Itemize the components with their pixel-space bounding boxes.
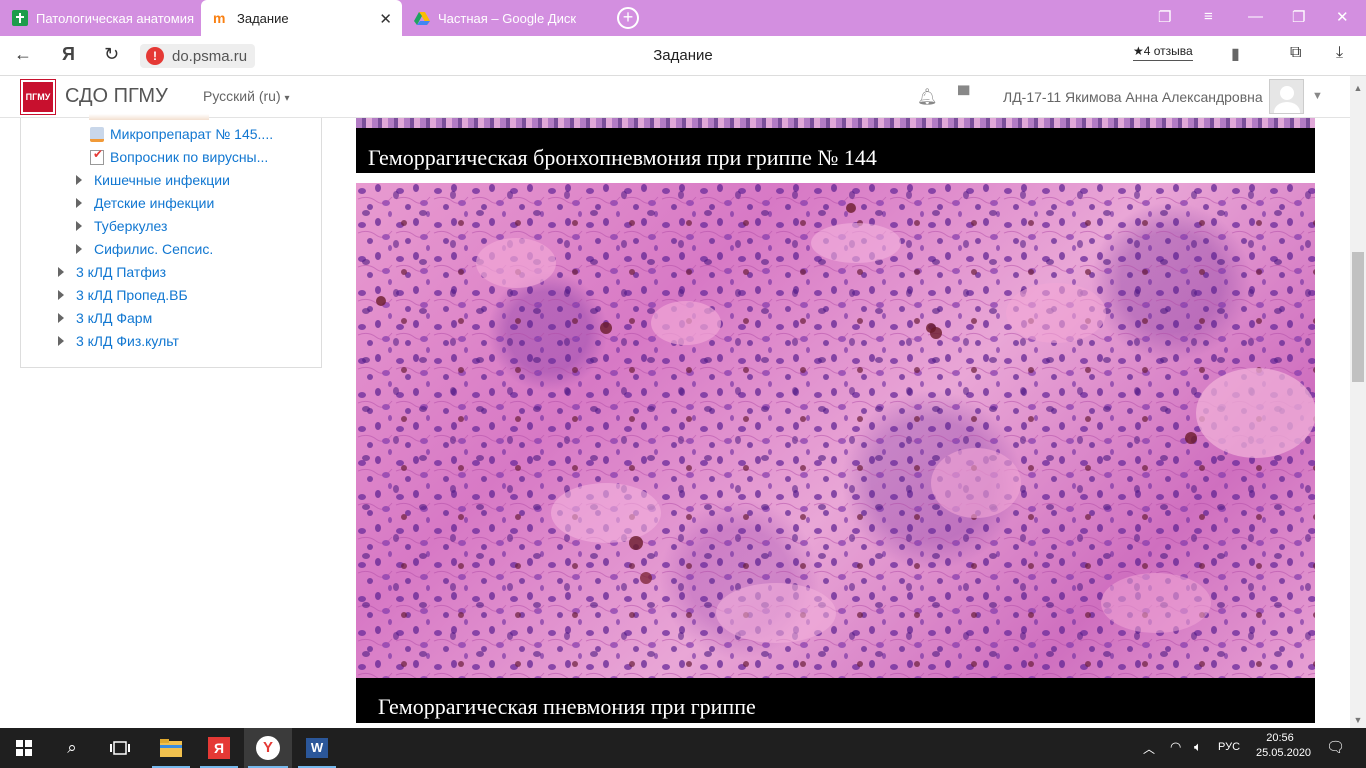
list-item-label: 3 кЛД Физ.культ bbox=[76, 333, 179, 349]
download-icon[interactable]: ⤓ bbox=[1336, 44, 1343, 62]
sidebar-item-farm[interactable]: 3 кЛД Фарм bbox=[58, 310, 152, 326]
micrograph-texture bbox=[356, 183, 1315, 678]
input-language[interactable]: РУС bbox=[1218, 741, 1240, 753]
list-item-label: Детские инфекции bbox=[94, 195, 215, 211]
tab-pathology[interactable]: Патологическая анатомия bbox=[0, 0, 200, 36]
image-caption: Геморрагическая пневмония при гриппе bbox=[356, 678, 1315, 723]
yandex-browser-icon[interactable]: Я bbox=[196, 728, 242, 768]
volume-icon[interactable]: 🔈︎ bbox=[1194, 739, 1202, 755]
language-label: Русский (ru) bbox=[203, 88, 281, 104]
scrollbar-thumb[interactable] bbox=[1352, 252, 1364, 382]
user-menu-caret-icon[interactable]: ▼ bbox=[1312, 90, 1323, 102]
folder-glyph bbox=[160, 739, 182, 757]
address-bar: ← Я ↻ ! do.psma.ru Задание ★4 отзыва ▮ ⧉… bbox=[0, 36, 1366, 76]
list-item[interactable]: Микропрепарат № 145.... bbox=[90, 126, 273, 142]
micrograph-image bbox=[356, 183, 1315, 678]
menu-icon[interactable]: ≡ bbox=[1204, 8, 1213, 25]
navigation-block: Микропрепарат № 145.... Вопросник по вир… bbox=[20, 114, 322, 368]
quiz-icon bbox=[90, 147, 104, 165]
expand-icon bbox=[58, 290, 64, 300]
site-navbar: ПГМУ СДО ПГМУ Русский (ru) ▾ 🔔︎ ▀ ЛД-17-… bbox=[0, 76, 1350, 118]
file-explorer-icon[interactable] bbox=[148, 728, 194, 768]
image-caption: Геморрагическая бронхопневмония при грип… bbox=[356, 128, 1315, 173]
expand-icon bbox=[58, 267, 64, 277]
scroll-down-icon[interactable]: ▼ bbox=[1350, 712, 1366, 728]
site-name[interactable]: СДО ПГМУ bbox=[65, 85, 168, 108]
notification-bell-icon[interactable]: 🔔︎ bbox=[917, 87, 937, 107]
sidebar-item-patfiz[interactable]: 3 кЛД Патфиз bbox=[58, 264, 166, 280]
notifications-icon[interactable]: 🗨︎ bbox=[1326, 738, 1345, 756]
bookmark-icon[interactable]: ▮ bbox=[1231, 44, 1240, 64]
windows-start-icon[interactable] bbox=[0, 728, 48, 768]
window-close-icon[interactable]: ✕ bbox=[1336, 8, 1349, 26]
clipped-item bbox=[89, 114, 209, 120]
yandex-letter-icon: Я bbox=[208, 737, 230, 759]
scroll-up-icon[interactable]: ▲ bbox=[1350, 80, 1366, 96]
caret-down-icon: ▾ bbox=[284, 93, 290, 104]
expand-icon bbox=[76, 244, 82, 254]
list-item-label: Микропрепарат № 145.... bbox=[110, 126, 274, 142]
list-item-label: 3 кЛД Фарм bbox=[76, 310, 153, 326]
list-item[interactable]: Вопросник по вирусны... bbox=[90, 147, 269, 165]
search-icon[interactable]: ⌕ bbox=[48, 728, 96, 768]
list-item-label: 3 кЛД Патфиз bbox=[76, 264, 167, 280]
avatar[interactable] bbox=[1269, 79, 1304, 114]
word-letter-icon: W bbox=[306, 738, 328, 758]
language-menu[interactable]: Русский (ru) ▾ bbox=[203, 88, 290, 104]
expand-icon bbox=[76, 175, 82, 185]
tab-assignment[interactable]: m Задание ✕ bbox=[201, 0, 402, 36]
sidebar-item-tuberculosis[interactable]: Туберкулез bbox=[76, 218, 167, 234]
tray-chevron-up-icon[interactable]: ︿ bbox=[1143, 740, 1155, 757]
tab-label: Частная – Google Диск bbox=[438, 10, 577, 26]
windows-logo-icon bbox=[16, 740, 32, 756]
clock[interactable]: 20:56 25.05.2020 bbox=[1256, 732, 1312, 759]
taskbar: ⌕ Я Y W ︿ ◠ 🔈︎ РУС 20:56 25.05.2020 🗨︎ bbox=[0, 728, 1366, 768]
expand-icon bbox=[76, 221, 82, 231]
minimize-icon[interactable]: — bbox=[1248, 8, 1263, 25]
restore-icon[interactable]: ❐ bbox=[1292, 8, 1305, 26]
yandex-app-icon[interactable]: Y bbox=[244, 728, 292, 768]
extensions-icon[interactable]: ⧉ bbox=[1290, 44, 1301, 62]
star-icon: ★ bbox=[1133, 44, 1144, 58]
task-view-icon[interactable] bbox=[96, 728, 144, 768]
reviews-label: 4 отзыва bbox=[1143, 44, 1193, 58]
moodle-icon: m bbox=[213, 10, 226, 26]
user-name[interactable]: ЛД-17-11 Якимова Анна Александровна bbox=[1003, 89, 1263, 105]
yandex-y-icon: Y bbox=[256, 736, 280, 760]
word-icon[interactable]: W bbox=[294, 728, 340, 768]
sidebar-item-proped[interactable]: 3 кЛД Пропед.ВБ bbox=[58, 287, 188, 303]
file-icon bbox=[90, 126, 104, 142]
browser-tab-bar: Патологическая анатомия m Задание ✕ Част… bbox=[0, 0, 1366, 36]
wifi-icon[interactable]: ◠ bbox=[1170, 739, 1181, 755]
micrograph-image-bottom-edge bbox=[356, 118, 1315, 128]
page-scrollbar[interactable] bbox=[1350, 76, 1366, 728]
tab-label: Задание bbox=[237, 10, 289, 26]
tab-label: Патологическая анатомия bbox=[36, 10, 194, 26]
new-tab-button[interactable]: + bbox=[617, 7, 639, 29]
sidebar-item-intestinal[interactable]: Кишечные инфекции bbox=[76, 172, 230, 188]
sidebar-item-syphilis[interactable]: Сифилис. Сепсис. bbox=[76, 241, 213, 257]
clock-date: 25.05.2020 bbox=[1256, 747, 1312, 759]
list-item-label: Туберкулез bbox=[94, 218, 168, 234]
site-logo[interactable]: ПГМУ bbox=[20, 79, 56, 115]
expand-icon bbox=[58, 336, 64, 346]
close-tab-icon[interactable]: ✕ bbox=[379, 10, 392, 28]
expand-icon bbox=[76, 198, 82, 208]
sidebar-item-children[interactable]: Детские инфекции bbox=[76, 195, 214, 211]
sidebar-item-fizkult[interactable]: 3 кЛД Физ.культ bbox=[58, 333, 179, 349]
list-item-label: 3 кЛД Пропед.ВБ bbox=[76, 287, 188, 303]
reviews-link[interactable]: ★4 отзыва bbox=[1133, 44, 1193, 61]
list-item-label: Вопросник по вирусны... bbox=[110, 149, 269, 165]
task-view-glyph bbox=[110, 741, 130, 755]
messages-icon[interactable]: ▀ bbox=[958, 87, 969, 105]
list-item-label: Кишечные инфекции bbox=[94, 172, 230, 188]
tab-google-drive[interactable]: Частная – Google Диск bbox=[402, 0, 602, 36]
bookmarks-icon[interactable]: ❐ bbox=[1158, 8, 1171, 26]
google-drive-icon bbox=[414, 12, 430, 25]
medical-cross-icon bbox=[12, 10, 28, 26]
clock-time: 20:56 bbox=[1266, 732, 1294, 744]
list-item-label: Сифилис. Сепсис. bbox=[94, 241, 214, 257]
expand-icon bbox=[58, 313, 64, 323]
